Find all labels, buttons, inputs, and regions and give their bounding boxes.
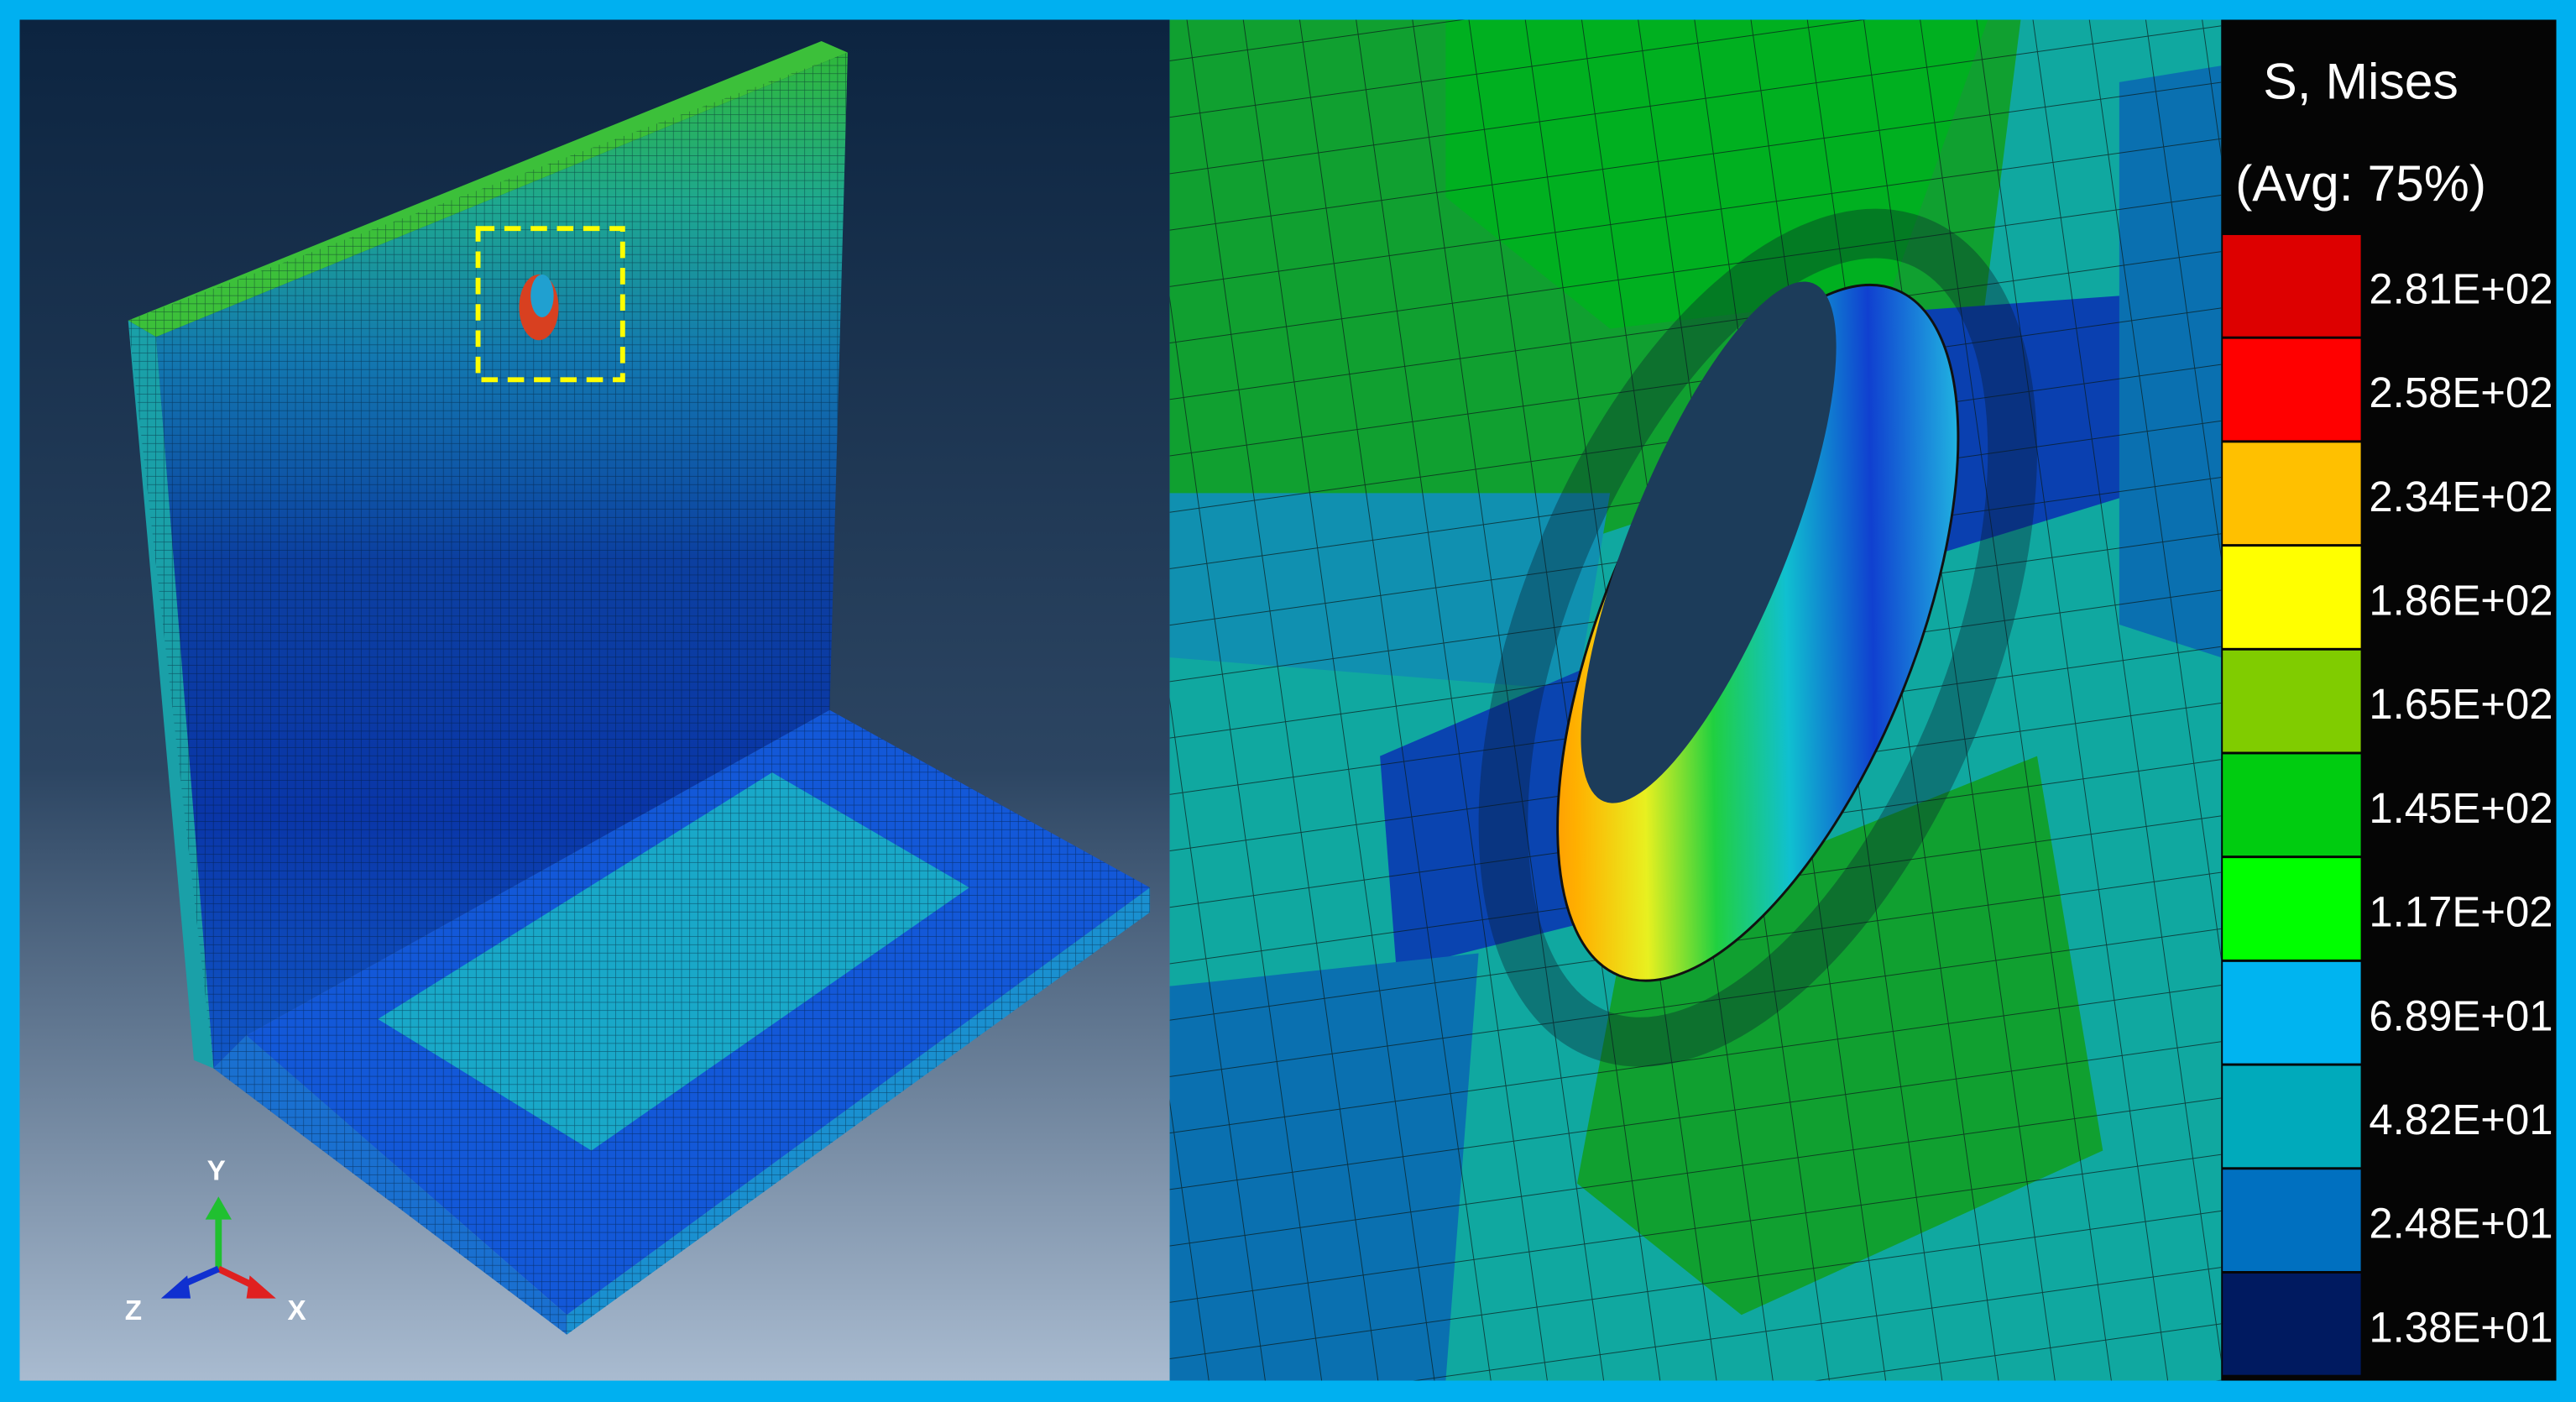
legend-value: 2.34E+02 — [2369, 473, 2552, 521]
legend-color-swatch — [2223, 442, 2361, 545]
legend-color-swatch — [2223, 1169, 2361, 1271]
axis-label-x: X — [288, 1295, 306, 1326]
legend-color-swatch — [2223, 961, 2361, 1064]
model-overview-panel: Y Z X — [19, 19, 1170, 1381]
legend-color-swatch — [2223, 754, 2361, 856]
legend-value: 4.82E+01 — [2369, 1096, 2552, 1143]
legend-value: 2.48E+01 — [2369, 1200, 2552, 1248]
hole-detail-panel — [1169, 19, 2222, 1381]
figure: Y Z X S, Mises (Avg: 75%) 2.81E+02 2.58E+… — [0, 0, 2576, 1402]
legend-value: 1.86E+02 — [2369, 576, 2552, 624]
legend-value: 1.45E+02 — [2369, 784, 2552, 832]
legend-value: 1.17E+02 — [2369, 888, 2552, 936]
legend-color-swatch — [2223, 547, 2361, 648]
legend-color-swatch — [2223, 650, 2361, 752]
legend-value: 2.58E+02 — [2369, 369, 2552, 416]
legend-value: 1.38E+01 — [2369, 1303, 2552, 1351]
legend-color-swatch — [2223, 1273, 2361, 1375]
axis-label-y: Y — [207, 1156, 226, 1187]
legend-color-swatch — [2223, 338, 2361, 441]
legend-color-swatch — [2223, 234, 2361, 337]
legend-title: S, Mises — [2263, 52, 2458, 109]
hole-inner — [530, 274, 554, 317]
legend-value: 1.65E+02 — [2369, 680, 2552, 728]
legend-value: 6.89E+01 — [2369, 991, 2552, 1039]
legend-color-swatch — [2223, 858, 2361, 960]
stress-legend: S, Mises (Avg: 75%) 2.81E+02 2.58E+02 2.34… — [2221, 19, 2557, 1381]
legend-color-swatch — [2223, 1065, 2361, 1168]
legend-subtitle: (Avg: 75%) — [2235, 154, 2486, 212]
axis-label-z: Z — [125, 1295, 142, 1326]
legend-value: 2.81E+02 — [2369, 264, 2552, 312]
